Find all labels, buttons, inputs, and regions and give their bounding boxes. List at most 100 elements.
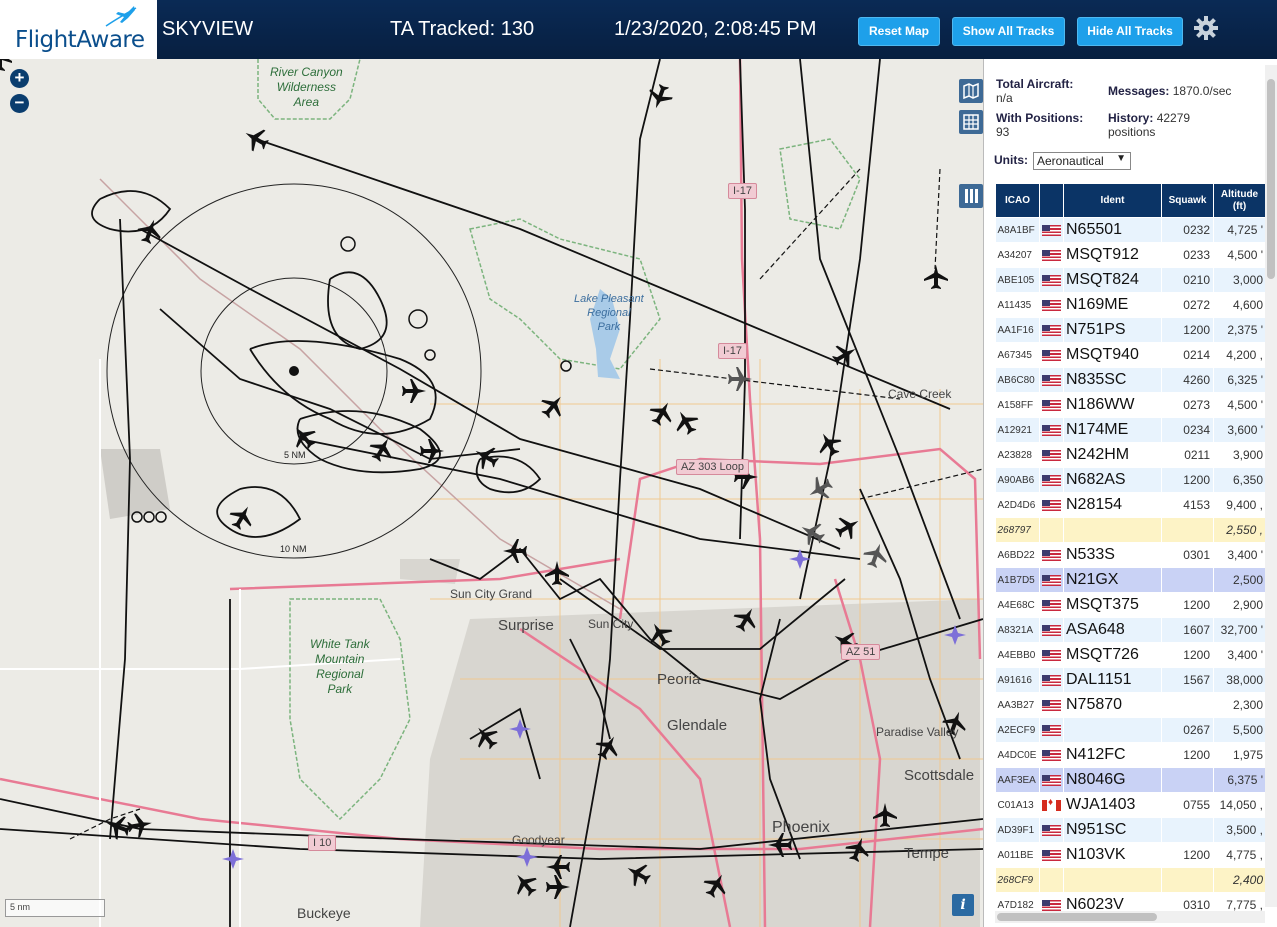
altitude-cell: 3,400 '	[1213, 542, 1265, 568]
squawk-cell: 1200	[1161, 467, 1214, 493]
squawk-cell: 0232	[1161, 217, 1214, 243]
zoom-out-button[interactable]: −	[10, 94, 29, 113]
place-glendale: Glendale	[667, 717, 728, 734]
table-row[interactable]: A4E68C MSQT375 1200 2,900	[995, 592, 1265, 618]
squawk-cell: 1200	[1161, 317, 1214, 343]
columns-toggle-button[interactable]	[959, 184, 983, 208]
squawk-cell	[1161, 867, 1214, 893]
col-squawk-header[interactable]: Squawk	[1161, 183, 1214, 218]
flag-cell	[1039, 717, 1064, 743]
table-row[interactable]: A4DC0E N412FC 1200 1,975	[995, 742, 1265, 768]
squawk-cell: 0211	[1161, 442, 1214, 468]
table-horizontal-scrollbar[interactable]	[995, 911, 1265, 923]
flightaware-logo[interactable]: FlightAware	[0, 0, 157, 59]
flag-cell	[1039, 642, 1064, 668]
zoom-in-button[interactable]: +	[10, 69, 29, 88]
squawk-cell: 0301	[1161, 542, 1214, 568]
squawk-cell: 0234	[1161, 417, 1214, 443]
squawk-cell: 0755	[1161, 792, 1214, 818]
col-flag-header	[1039, 183, 1064, 218]
col-ident-header[interactable]: Ident	[1063, 183, 1162, 218]
us-flag-icon	[1042, 450, 1061, 462]
table-row[interactable]: 268797 2,550 ,	[995, 517, 1265, 543]
aircraft-table: ICAO Ident Squawk Altitude (ft) A8A1BF N6…	[995, 183, 1265, 918]
table-row[interactable]: A91616 DAL1151 1567 38,000	[995, 667, 1265, 693]
table-row[interactable]: AA1F16 N751PS 1200 2,375 '	[995, 317, 1265, 343]
us-flag-icon	[1042, 475, 1061, 487]
map-basemap	[0, 59, 983, 927]
altitude-cell: 6,325 '	[1213, 367, 1265, 393]
us-flag-icon	[1042, 325, 1061, 337]
place-goodyear: Goodyear	[512, 833, 565, 847]
table-row[interactable]: A90AB6 N682AS 1200 6,350	[995, 467, 1265, 493]
info-button[interactable]: i	[952, 894, 974, 916]
squawk-cell: 1567	[1161, 667, 1214, 693]
map-icon	[963, 82, 979, 100]
table-row[interactable]: 268CF9 2,400	[995, 867, 1265, 893]
grid-toggle-button[interactable]	[959, 110, 983, 134]
table-row[interactable]: A11435 N169ME 0272 4,600	[995, 292, 1265, 318]
table-row[interactable]: AAF3EA N8046G 6,375 '	[995, 767, 1265, 793]
ident-cell: N8046G	[1063, 767, 1162, 793]
app-title: SKYVIEW	[162, 18, 254, 40]
table-row[interactable]: A1B7D5 N21GX 2,500	[995, 567, 1265, 593]
table-row[interactable]: A34207 MSQT912 0233 4,500 '	[995, 242, 1265, 268]
map-layers-button[interactable]	[959, 79, 983, 103]
table-row[interactable]: A2ECF9 0267 5,500	[995, 717, 1265, 743]
table-row[interactable]: C01A13 WJA1403075514,050 ,	[995, 792, 1265, 818]
aircraft-table-container[interactable]: ICAO Ident Squawk Altitude (ft) A8A1BF N6…	[995, 183, 1265, 927]
gear-icon[interactable]	[1193, 15, 1219, 41]
squawk-cell: 0210	[1161, 267, 1214, 293]
chevron-down-icon: ▼	[1116, 153, 1126, 164]
altitude-cell: 14,050 ,	[1213, 792, 1265, 818]
table-row[interactable]: A67345 MSQT940 0214 4,200 ,	[995, 342, 1265, 368]
icao-cell: A4DC0E	[995, 742, 1040, 768]
table-row[interactable]: A12921 N174ME 0234 3,600 '	[995, 417, 1265, 443]
squawk-cell: 1200	[1161, 742, 1214, 768]
table-row[interactable]: A6BD22 N533S 0301 3,400 '	[995, 542, 1265, 568]
table-row[interactable]: AA3B27 N75870 2,300	[995, 692, 1265, 718]
ident-cell: N186WW	[1063, 392, 1162, 418]
table-row[interactable]: A4EBB0 MSQT726 1200 3,400 '	[995, 642, 1265, 668]
ident-cell: N21GX	[1063, 567, 1162, 593]
messages-stat: Messages: 1870.0/sec	[1108, 84, 1231, 98]
altitude-cell: 2,900	[1213, 592, 1265, 618]
flag-cell	[1039, 867, 1064, 893]
table-row[interactable]: A2D4D6 N28154 4153 9,400 ,	[995, 492, 1265, 518]
altitude-cell: 3,400 '	[1213, 642, 1265, 668]
hide-all-tracks-button[interactable]: Hide All Tracks	[1077, 17, 1183, 46]
ident-cell: MSQT375	[1063, 592, 1162, 618]
units-select[interactable]: Aeronautical ▼	[1033, 152, 1131, 170]
flag-cell	[1039, 217, 1064, 243]
with-positions-stat: With Positions: 93	[996, 111, 1083, 139]
col-altitude-header[interactable]: Altitude (ft)	[1213, 183, 1265, 218]
icao-cell: A011BE	[995, 842, 1040, 868]
table-row[interactable]: A158FF N186WW 0273 4,500 '	[995, 392, 1265, 418]
highway-i10: I 10	[308, 835, 337, 851]
panel-vertical-scrollbar[interactable]	[1265, 65, 1277, 907]
table-row[interactable]: ABE105 MSQT824 0210 3,000	[995, 267, 1265, 293]
horizontal-scroll-thumb[interactable]	[997, 913, 1157, 921]
us-flag-icon	[1042, 775, 1061, 787]
table-row[interactable]: A23828 N242HM 0211 3,900	[995, 442, 1265, 468]
table-row[interactable]: A8321A ASA648 1607 32,700 '	[995, 617, 1265, 643]
place-sun-city: Sun City	[588, 617, 634, 631]
squawk-cell: 0267	[1161, 717, 1214, 743]
history-label: History:	[1108, 111, 1154, 125]
map-canvas[interactable]: + − River Canyon Wilderness Area White T…	[0, 59, 983, 927]
table-row[interactable]: AD39F1 N951SC 3,500 ,	[995, 817, 1265, 843]
table-row[interactable]: A8A1BF N65501 0232 4,725 '	[995, 217, 1265, 243]
col-icao-header[interactable]: ICAO	[995, 183, 1040, 218]
vertical-scroll-thumb[interactable]	[1267, 79, 1275, 279]
logo-text: FlightAware	[15, 27, 145, 53]
flag-cell	[1039, 467, 1064, 493]
table-row[interactable]: AB6C80 N835SC 4260 6,325 '	[995, 367, 1265, 393]
ident-cell: N242HM	[1063, 442, 1162, 468]
reset-map-button[interactable]: Reset Map	[858, 17, 940, 46]
altitude-cell: 3,500 ,	[1213, 817, 1265, 843]
us-flag-icon	[1042, 500, 1061, 512]
show-all-tracks-button[interactable]: Show All Tracks	[952, 17, 1065, 46]
icao-cell: A1B7D5	[995, 567, 1040, 593]
place-phoenix: Phoenix	[772, 819, 830, 836]
table-row[interactable]: A011BE N103VK 1200 4,775 ,	[995, 842, 1265, 868]
